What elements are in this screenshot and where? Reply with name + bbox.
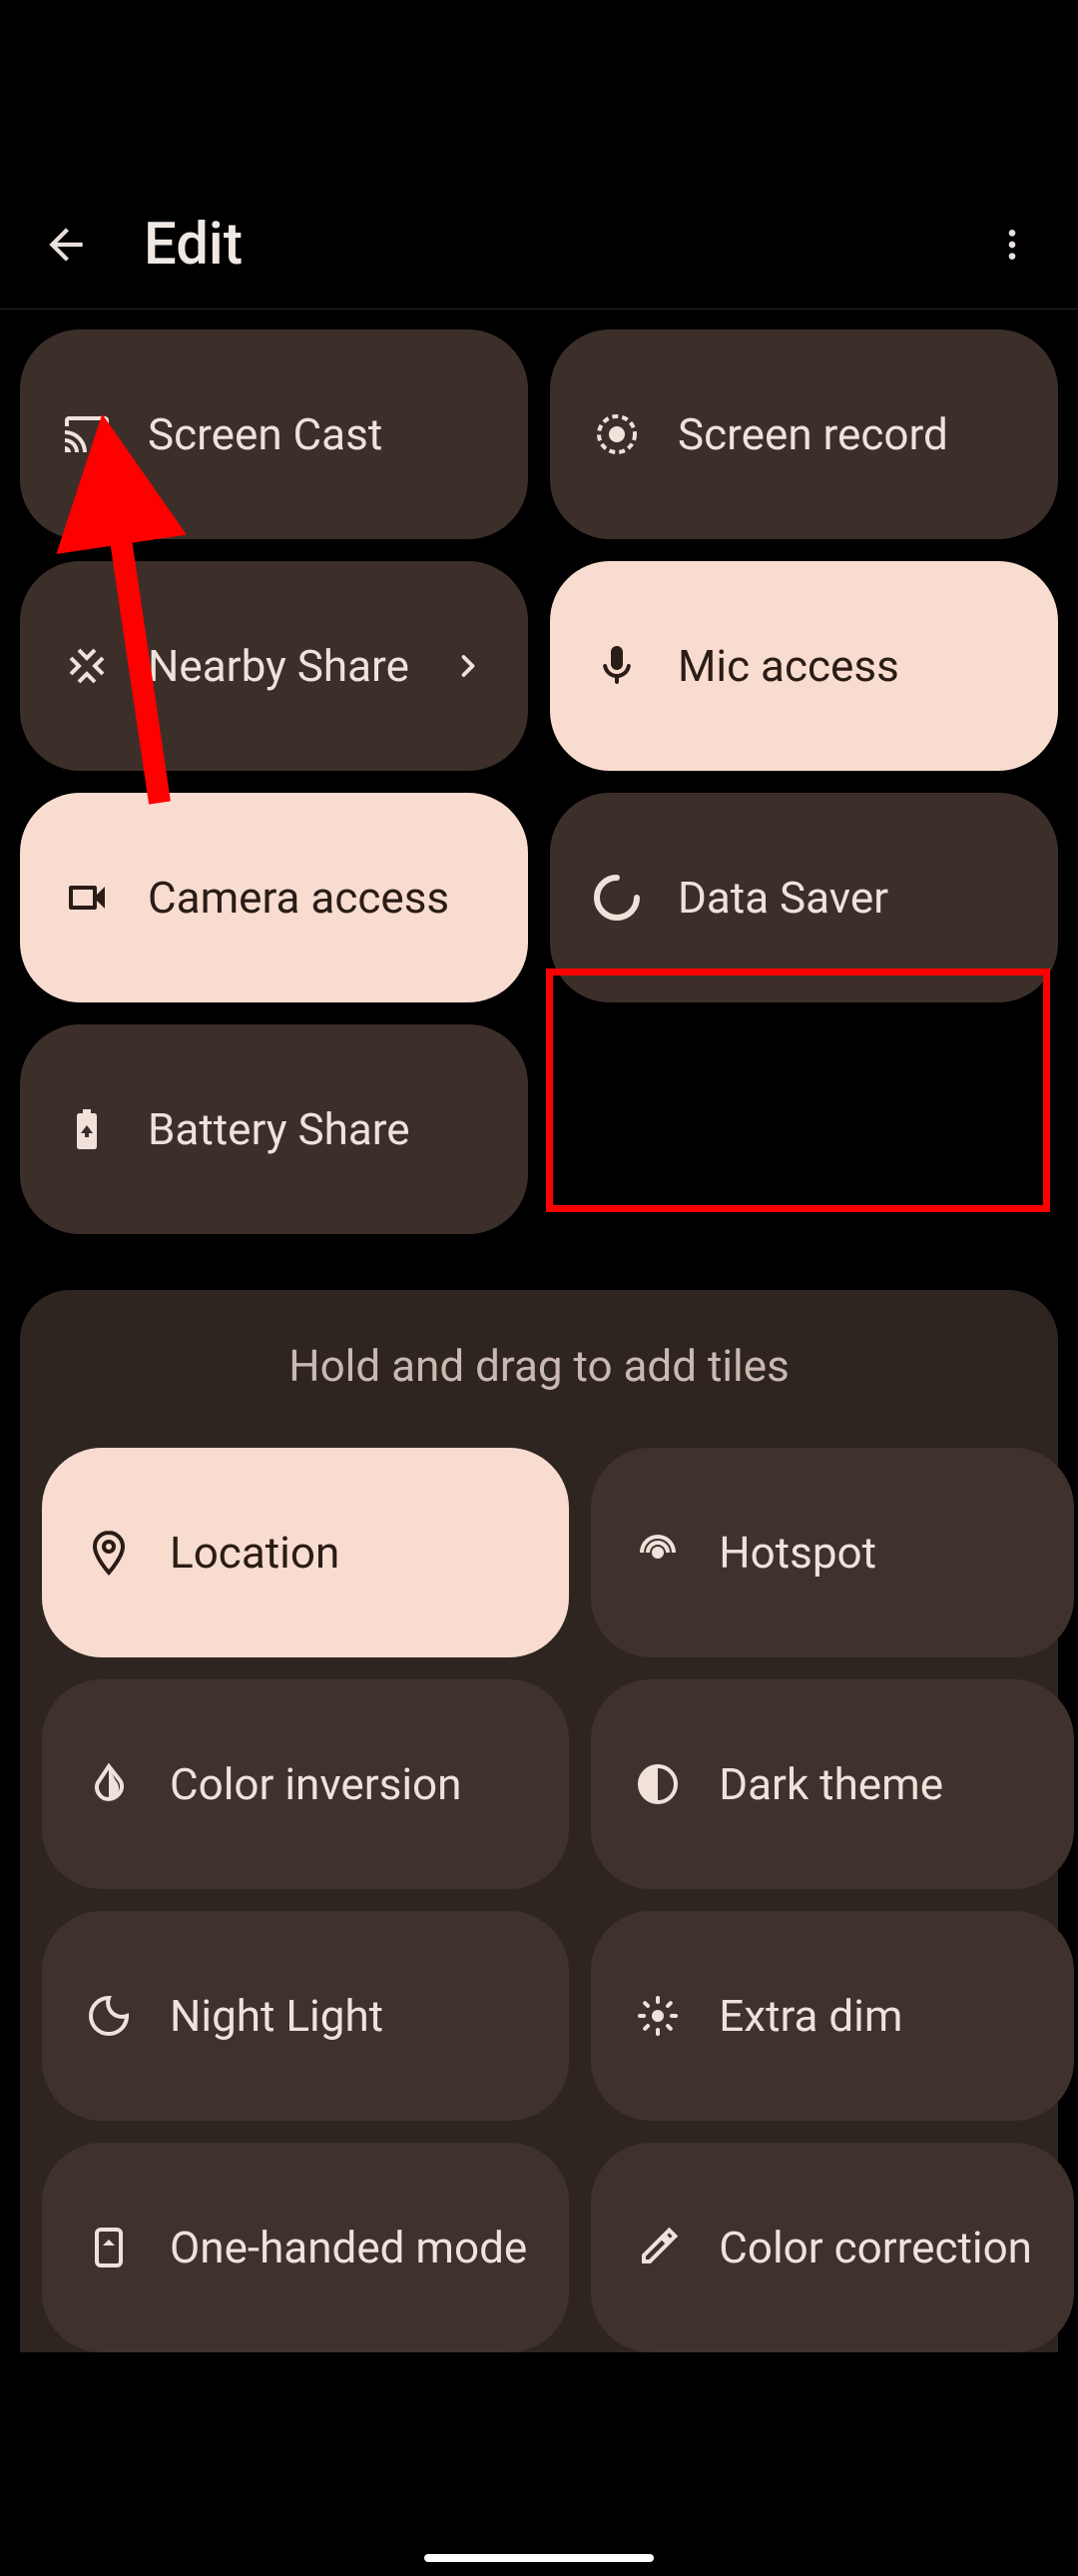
moon-icon	[84, 1991, 134, 2041]
tile-extra-dim[interactable]: Extra dim	[591, 1911, 1074, 2121]
tile-label: Dark theme	[719, 1758, 943, 1810]
active-tiles-section: Screen Cast Screen record Nearby Share Mic …	[0, 310, 1078, 1254]
dark-icon	[633, 1759, 683, 1809]
tile-label: Mic access	[678, 640, 899, 692]
tile-label: Nearby Share	[148, 640, 409, 692]
tile-label: Color correction	[719, 2222, 1032, 2273]
tile-label: Extra dim	[719, 1990, 902, 2042]
tile-screen-cast[interactable]: Screen Cast	[20, 329, 528, 539]
tile-night-light[interactable]: Night Light	[42, 1911, 569, 2121]
tile-label: Screen Cast	[148, 408, 382, 460]
more-vert-icon	[992, 225, 1032, 265]
record-icon	[592, 409, 642, 459]
tile-label: Location	[170, 1527, 339, 1579]
datasaver-icon	[592, 873, 642, 923]
tile-one-handed[interactable]: One-handed mode	[42, 2143, 569, 2352]
tile-dark-theme[interactable]: Dark theme	[591, 1679, 1074, 1889]
tile-label: Hotspot	[719, 1527, 876, 1579]
tile-hotspot[interactable]: Hotspot	[591, 1448, 1074, 1657]
available-tiles-panel: Hold and drag to add tiles Location Hotsp…	[20, 1290, 1058, 2352]
tile-label: Screen record	[678, 408, 948, 460]
back-arrow-icon	[41, 220, 91, 270]
tile-battery-share[interactable]: Battery Share	[20, 1024, 528, 1234]
active-tiles-grid: Screen Cast Screen record Nearby Share Mic …	[20, 329, 1058, 1234]
location-icon	[84, 1528, 134, 1578]
tile-screen-record[interactable]: Screen record	[550, 329, 1058, 539]
mic-icon	[592, 641, 642, 691]
invert-icon	[84, 1759, 134, 1809]
onehand-icon	[84, 2223, 134, 2272]
page-title: Edit	[144, 211, 982, 279]
header: Edit	[0, 180, 1078, 310]
tile-label: Camera access	[148, 872, 449, 924]
nearby-icon	[62, 641, 112, 691]
more-menu-button[interactable]	[982, 215, 1042, 275]
battery-share-icon	[62, 1104, 112, 1154]
dim-icon	[633, 1991, 683, 2041]
tile-label: Battery Share	[148, 1103, 410, 1155]
chevron-right-icon	[450, 648, 486, 684]
hotspot-icon	[633, 1528, 683, 1578]
tile-label: Color inversion	[170, 1758, 461, 1810]
tile-label: One-handed mode	[170, 2222, 527, 2273]
available-hint: Hold and drag to add tiles	[42, 1340, 1036, 1392]
tile-nearby-share[interactable]: Nearby Share	[20, 561, 528, 771]
tile-label: Night Light	[170, 1990, 383, 2042]
tile-location[interactable]: Location	[42, 1448, 569, 1657]
available-tiles-grid: Location Hotspot Color inversion Dark theme…	[42, 1448, 1036, 2352]
tile-color-correction[interactable]: Color correction	[591, 2143, 1074, 2352]
tile-data-saver[interactable]: Data Saver	[550, 793, 1058, 1002]
tile-label: Data Saver	[678, 872, 888, 924]
tile-camera-access[interactable]: Camera access	[20, 793, 528, 1002]
tile-mic-access[interactable]: Mic access	[550, 561, 1058, 771]
camera-icon	[62, 873, 112, 923]
back-button[interactable]	[36, 215, 96, 275]
cast-icon	[62, 409, 112, 459]
navigation-bar[interactable]	[424, 2554, 654, 2562]
tile-color-inversion[interactable]: Color inversion	[42, 1679, 569, 1889]
eyedropper-icon	[633, 2223, 683, 2272]
